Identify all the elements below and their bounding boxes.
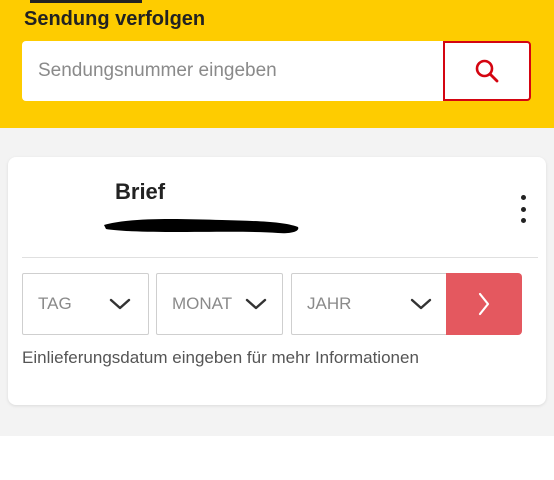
more-menu-button[interactable] xyxy=(513,191,533,227)
tracking-header: Sendung verfolgen xyxy=(0,0,554,128)
chevron-down-icon xyxy=(245,298,267,310)
submit-date-button[interactable] xyxy=(446,273,522,335)
tracking-number-input[interactable] xyxy=(22,41,443,101)
month-select[interactable]: MONAT xyxy=(156,273,283,335)
redacted-tracking-number xyxy=(104,219,299,234)
shipment-type-title: Brief xyxy=(115,179,166,204)
search-icon xyxy=(475,59,499,83)
search-button[interactable] xyxy=(443,41,531,101)
month-select-label: MONAT xyxy=(172,294,233,313)
page-title: Sendung verfolgen xyxy=(24,8,206,30)
date-helper-text: Einlieferungsdatum eingeben für mehr Inf… xyxy=(22,348,419,367)
year-select-label: JAHR xyxy=(307,294,352,313)
tab-underline xyxy=(30,0,142,3)
day-select-label: TAG xyxy=(38,294,72,313)
chevron-right-icon xyxy=(478,292,490,316)
day-select[interactable]: TAG xyxy=(22,273,149,335)
chevron-down-icon xyxy=(410,298,432,310)
divider xyxy=(22,257,538,258)
chevron-down-icon xyxy=(109,298,131,310)
year-select[interactable]: JAHR xyxy=(291,273,448,335)
more-vertical-icon xyxy=(520,195,526,200)
shipment-card: Brief TAG MONAT JAHR Einlieferungsdatum … xyxy=(8,157,546,405)
